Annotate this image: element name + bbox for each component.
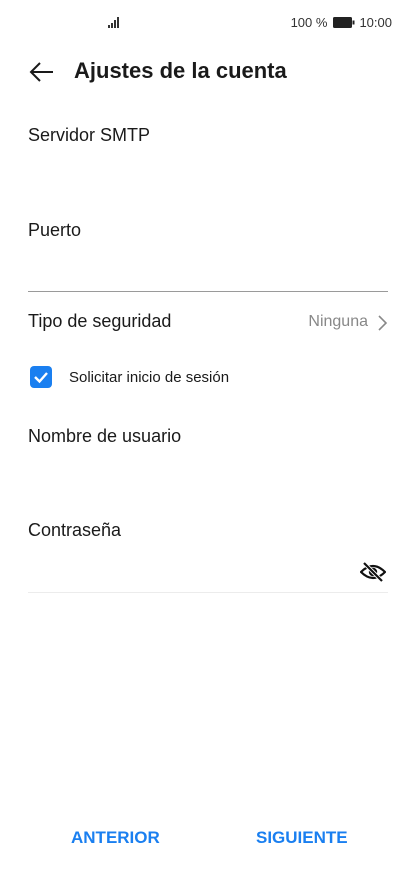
clock: 10:00 — [359, 15, 392, 30]
chevron-right-icon — [378, 315, 388, 331]
next-button[interactable]: SIGUIENTE — [256, 828, 348, 848]
security-type-value: Ninguna — [308, 313, 368, 330]
smtp-server-input[interactable] — [28, 160, 388, 194]
smtp-server-label: Servidor SMTP — [28, 125, 151, 145]
security-type-row[interactable]: Tipo de seguridad Ninguna — [28, 305, 388, 339]
header: Ajustes de la cuenta — [0, 52, 416, 92]
arrow-left-icon[interactable] — [28, 58, 56, 86]
request-login-row[interactable]: Solicitar inicio de sesión — [28, 364, 328, 392]
battery-icon — [333, 17, 355, 28]
password-input[interactable] — [28, 556, 348, 590]
request-login-label: Solicitar inicio de sesión — [69, 369, 230, 386]
status-right: 100 % 10:00 — [291, 15, 392, 30]
request-login-checkbox[interactable] — [30, 366, 52, 388]
battery-percentage: 100 % — [290, 15, 328, 30]
port-input[interactable] — [28, 256, 388, 290]
status-bar: 100 % 10:00 — [0, 0, 416, 46]
previous-button[interactable]: ANTERIOR — [71, 828, 160, 848]
signal-icon — [108, 17, 119, 28]
password-divider — [28, 592, 388, 593]
port-divider — [28, 291, 388, 292]
password-label: Contraseña — [28, 520, 122, 540]
checkmark-icon — [34, 372, 48, 384]
eye-off-icon[interactable] — [360, 561, 386, 583]
username-label: Nombre de usuario — [28, 426, 182, 446]
page-title: Ajustes de la cuenta — [74, 58, 287, 83]
port-label: Puerto — [28, 220, 82, 240]
username-input[interactable] — [28, 462, 388, 496]
security-type-label: Tipo de seguridad — [28, 311, 172, 331]
